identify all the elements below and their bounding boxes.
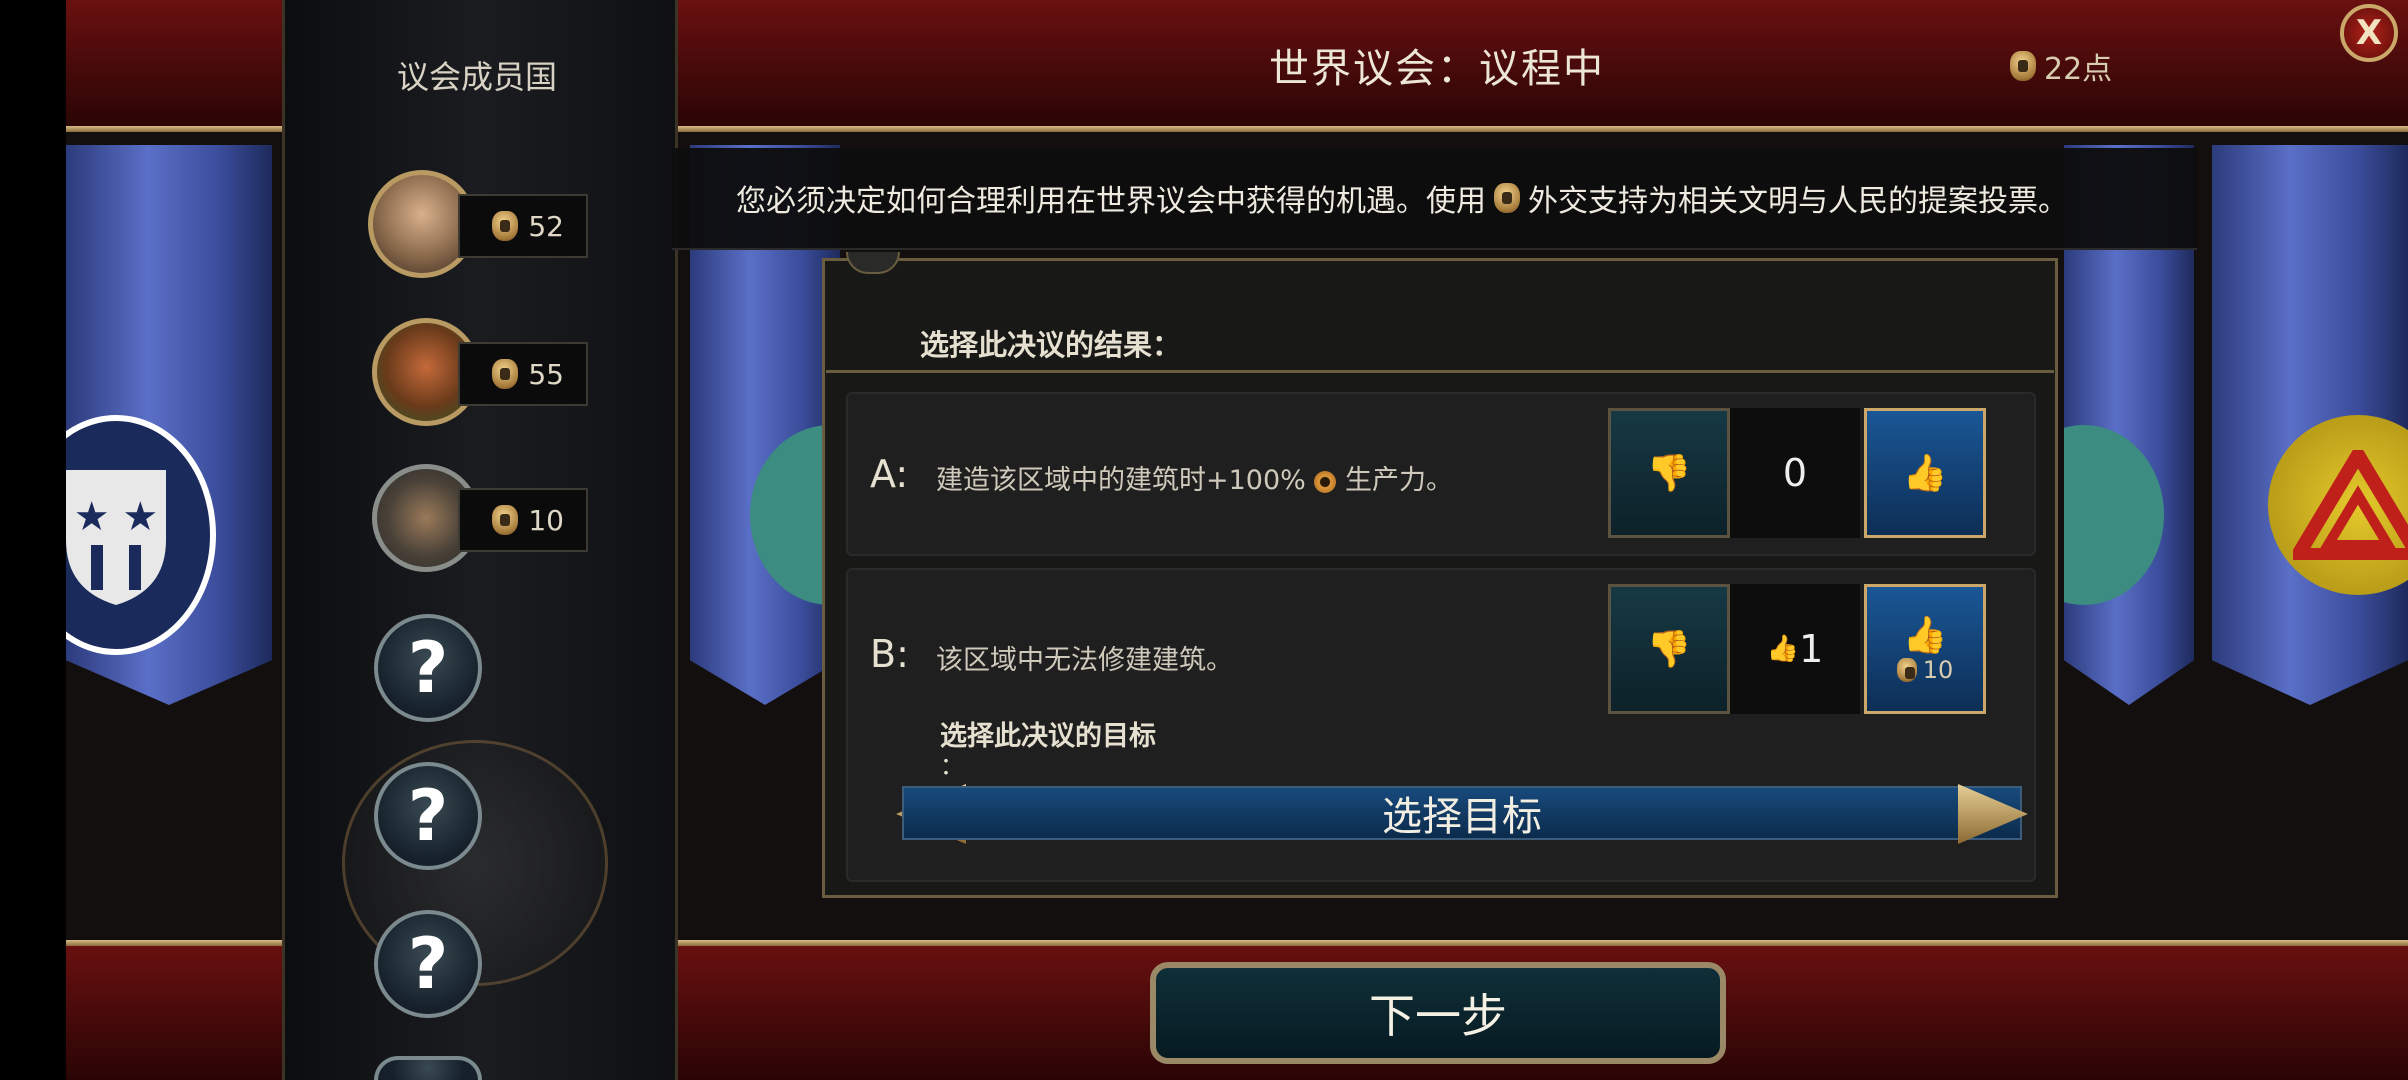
svg-text:★ ★: ★ ★ (74, 494, 158, 540)
unknown-member-icon-partial[interactable] (374, 1056, 482, 1080)
member-row[interactable]: 10 (372, 464, 592, 574)
next-button[interactable]: 下一步 (1150, 962, 1726, 1064)
option-a-letter: A: (870, 452, 909, 496)
target-select-dropdown[interactable]: 选择目标 (902, 786, 2022, 840)
diplomatic-favor-icon (1494, 183, 1520, 213)
upvote-cost: 10 (1896, 656, 1954, 684)
option-b-downvote-button[interactable]: 👎 (1608, 584, 1730, 714)
option-a-downvote-button[interactable]: 👎 (1608, 408, 1730, 538)
member-votes: 55 (458, 342, 588, 406)
member-votes-value: 52 (528, 209, 564, 243)
member-votes: 52 (458, 194, 588, 258)
page-title: 世界议会：议程中 (1269, 46, 1605, 92)
member-row[interactable]: 52 (368, 170, 588, 280)
unknown-member-icon[interactable]: ? (374, 762, 482, 870)
option-b-vote-count: 👍 1 (1730, 584, 1860, 714)
option-b-upvote-button[interactable]: 👍 10 (1864, 584, 1986, 714)
member-votes: 10 (458, 488, 588, 552)
option-a-row: A: 建造该区域中的建筑时+100% 生产力。 👎 0 👍 (846, 392, 2036, 556)
unknown-member-icon[interactable]: ? (374, 614, 482, 722)
thumbs-up-icon: 👍 (1902, 453, 1948, 494)
option-b-vote-count-value: 1 (1799, 627, 1824, 671)
thumbs-down-icon: 👎 (1646, 453, 1692, 494)
member-votes-value: 55 (528, 357, 564, 391)
instruction-text-prefix: 您必须决定如何合理利用在世界议会中获得的机遇。使用 (736, 184, 1486, 219)
diplomatic-favor-icon (492, 359, 519, 389)
production-icon (1314, 470, 1337, 493)
option-b-letter: B: (870, 632, 909, 676)
member-row[interactable]: 55 (372, 318, 592, 428)
option-b-text: 该区域中无法修建建筑。 (936, 645, 1233, 676)
option-a-text: 建造该区域中的建筑时+100% 生产力。 (936, 458, 1453, 497)
america-emblem-icon: ★ ★ (66, 415, 216, 655)
target-heading: 选择此决议的目标 (940, 721, 1156, 752)
favor-points: 22点 (2010, 44, 2112, 88)
civ-banner-norway (2212, 145, 2408, 705)
valknut-emblem-icon (2268, 415, 2408, 595)
diplomatic-favor-icon (1896, 658, 1917, 682)
member-votes-value: 10 (528, 503, 564, 537)
diplomatic-favor-icon (492, 505, 519, 535)
target-heading-colon: ： (940, 752, 964, 780)
diplomatic-favor-icon (2010, 51, 2036, 81)
instruction-banner: 您必须决定如何合理利用在世界议会中获得的机遇。使用 外交支持为相关文明与人民的提… (672, 148, 2197, 250)
thumbs-down-icon: 👎 (1646, 629, 1692, 670)
outcome-divider (826, 370, 2054, 373)
civ-banner-america: ★ ★ (66, 145, 272, 705)
option-a-text-after: 生产力。 (1345, 465, 1454, 496)
member-panel-title: 议会成员国 (396, 58, 557, 96)
thumbs-up-icon: 👍 (1766, 634, 1800, 664)
option-a-vote-count: 0 (1730, 408, 1860, 538)
option-a-upvote-button[interactable]: 👍 (1864, 408, 1986, 538)
favor-points-value: 22点 (2044, 52, 2113, 87)
instruction-text-suffix: 外交支持为相关文明与人民的提案投票。 (1528, 184, 2068, 219)
option-a-text-before: 建造该区域中的建筑时+100% (936, 465, 1306, 496)
unknown-member-icon[interactable]: ? (374, 910, 482, 1018)
thumbs-up-icon: 👍 (1902, 615, 1948, 656)
upvote-cost-value: 10 (1922, 656, 1954, 684)
close-button[interactable]: X (2340, 4, 2398, 62)
diplomatic-favor-icon (492, 211, 519, 241)
outcome-heading: 选择此决议的结果： (920, 328, 1182, 362)
